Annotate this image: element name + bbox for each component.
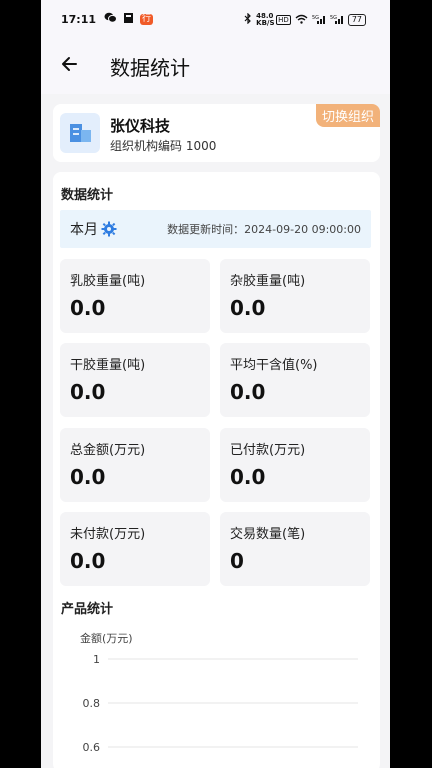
signal-2-icon: 5G bbox=[330, 14, 344, 27]
stat-tile: 已付款(万元) 0.0 bbox=[220, 428, 370, 502]
signal-1-icon: 5G bbox=[312, 14, 326, 27]
stat-value: 0.0 bbox=[230, 296, 266, 320]
stat-value: 0.0 bbox=[70, 465, 106, 489]
stat-tile: 乳胶重量(吨) 0.0 bbox=[60, 259, 210, 333]
bluetooth-icon bbox=[244, 12, 252, 27]
stat-value: 0.0 bbox=[70, 549, 106, 573]
update-time: 数据更新时间：2024-09-20 09:00:00 bbox=[167, 223, 361, 236]
org-card: 张仪科技 组织机构编码 1000 切换组织 bbox=[53, 104, 380, 162]
chart-y-axis-label: 金额(万元) bbox=[80, 631, 133, 645]
stat-tile: 未付款(万元) 0.0 bbox=[60, 512, 210, 586]
stat-tile: 干胶重量(吨) 0.0 bbox=[60, 343, 210, 417]
app-notification-icon bbox=[123, 12, 134, 27]
stats-card: 数据统计 本月 数据更新时间：2024-09-20 09:00:00 乳胶重量(… bbox=[53, 172, 380, 768]
system-icons: 48.0 KB/S HD 5G 5G 77 bbox=[244, 13, 366, 27]
switch-org-button[interactable]: 切换组织 bbox=[315, 104, 380, 127]
svg-text:5G: 5G bbox=[330, 15, 337, 21]
stat-tile: 杂胶重量(吨) 0.0 bbox=[220, 259, 370, 333]
wifi-icon bbox=[295, 14, 308, 27]
chart-y-tick-label: 0.6 bbox=[83, 741, 101, 754]
section-title-product: 产品统计 bbox=[61, 602, 114, 617]
svg-text:5G: 5G bbox=[312, 15, 319, 21]
stat-value: 0.0 bbox=[230, 465, 266, 489]
battery-icon: 77 bbox=[347, 14, 366, 26]
stat-label: 杂胶重量(吨) bbox=[230, 274, 306, 289]
app-badge-icon: 行 bbox=[140, 13, 154, 25]
chart-y-tick-label: 1 bbox=[93, 653, 100, 666]
org-name: 张仪科技 bbox=[110, 117, 171, 135]
stat-value: 0.0 bbox=[230, 380, 266, 404]
org-code: 组织机构编码 1000 bbox=[110, 139, 217, 153]
product-chart: 金额(万元) 1 0.8 0.6 bbox=[80, 631, 358, 754]
status-bar: 17:11 行 48.0 KB/S HD 5G 5G 77 bbox=[41, 0, 390, 38]
stat-tile: 交易数量(笔) 0 bbox=[220, 512, 370, 586]
back-button[interactable] bbox=[41, 38, 97, 94]
stat-tile: 平均干含值(%) 0.0 bbox=[220, 343, 370, 417]
notification-icons: 行 bbox=[104, 12, 154, 27]
section-title-stats: 数据统计 bbox=[61, 188, 114, 203]
period-label: 本月 bbox=[70, 222, 98, 238]
app-header: 数据统计 bbox=[41, 38, 390, 94]
net-speed: 48.0 KB/S bbox=[256, 12, 275, 27]
period-selector[interactable]: 本月 数据更新时间：2024-09-20 09:00:00 bbox=[60, 210, 371, 248]
stat-value: 0 bbox=[230, 549, 244, 573]
stat-label: 乳胶重量(吨) bbox=[70, 274, 146, 289]
hd-icon: HD bbox=[276, 15, 291, 25]
gear-icon[interactable] bbox=[101, 221, 117, 237]
stat-value: 0.0 bbox=[70, 380, 106, 404]
phone-screen: 17:11 行 48.0 KB/S HD 5G 5G 77 数据统计 张仪科技 … bbox=[41, 0, 390, 768]
stat-label: 未付款(万元) bbox=[70, 527, 146, 542]
wechat-icon bbox=[104, 12, 118, 26]
status-time: 17:11 bbox=[61, 12, 97, 26]
page-title: 数据统计 bbox=[110, 55, 190, 80]
arrow-left-icon bbox=[59, 54, 79, 78]
stat-label: 已付款(万元) bbox=[230, 443, 306, 458]
chart-y-tick-label: 0.8 bbox=[83, 697, 101, 710]
stat-label: 交易数量(笔) bbox=[230, 527, 306, 542]
stat-value: 0.0 bbox=[70, 296, 106, 320]
stat-tile: 总金额(万元) 0.0 bbox=[60, 428, 210, 502]
stat-label: 干胶重量(吨) bbox=[70, 358, 146, 373]
building-icon bbox=[60, 113, 100, 153]
stat-label: 总金额(万元) bbox=[70, 443, 146, 458]
stat-label: 平均干含值(%) bbox=[230, 358, 318, 373]
